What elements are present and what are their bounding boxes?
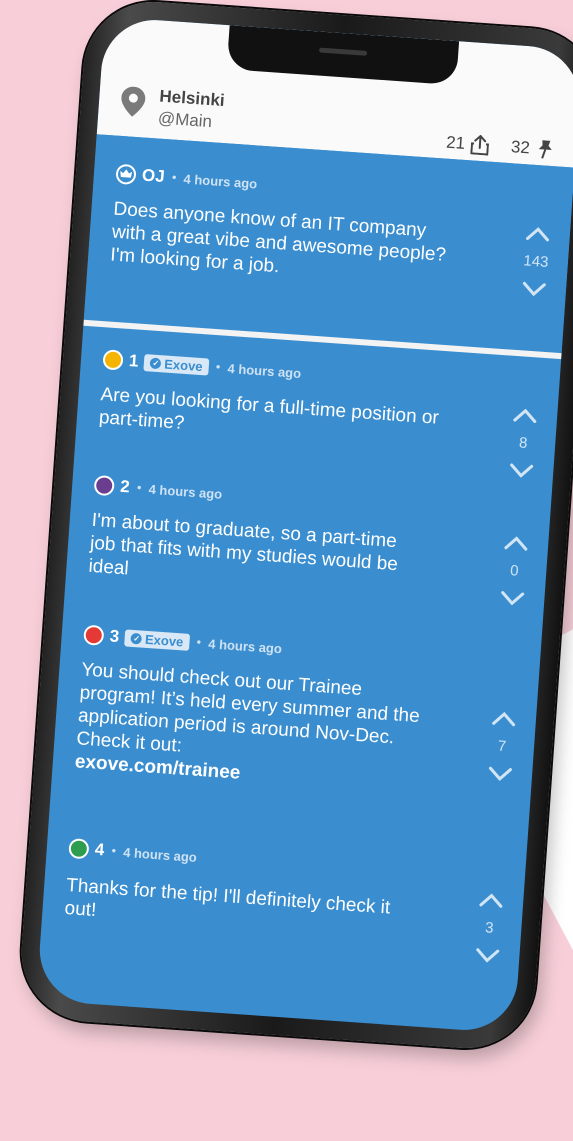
reply-votes: 7 [484,711,521,782]
downvote-icon[interactable] [522,281,547,297]
reply-time: 4 hours ago [122,844,198,865]
reply-username[interactable]: 1 [128,351,139,372]
post-stats: 21 32 [445,133,554,160]
share-count: 21 [445,132,466,153]
meta-separator: • [194,635,203,650]
meta-separator: • [214,360,223,375]
post-votes: 143 [518,226,555,297]
speaker-grille [318,47,367,56]
verified-icon: ✓ [130,632,143,645]
crown-avatar-icon [115,163,137,186]
reply-time: 4 hours ago [148,481,223,502]
reply-text-body: You should check out our Trainee program… [75,659,421,757]
reply-votes: 3 [471,892,508,963]
reply-text: I'm about to graduate, so a part-time jo… [87,509,399,580]
location-name[interactable]: Helsinki [159,87,225,111]
app-screen: Helsinki @Main 21 32 OJ • 4 hours ago Do… [36,16,573,1034]
upvote-icon[interactable] [525,226,550,242]
downvote-icon[interactable] [509,463,534,479]
downvote-icon[interactable] [488,766,513,782]
vote-count: 0 [509,562,520,580]
reply-username[interactable]: 2 [120,477,131,498]
upvote-icon[interactable] [513,408,538,424]
reply-text: Are you looking for a full-time position… [98,384,440,434]
reply-meta: 4 • 4 hours ago [68,838,197,867]
vote-count: 143 [522,252,549,272]
company-badge: ✓ Exove [124,628,190,651]
post-meta: OJ • 4 hours ago [115,163,258,194]
badge-label: Exove [163,356,204,374]
stats-spacer [495,146,505,147]
reply-text: Thanks for the tip! I'll definitely chec… [63,874,391,922]
reply-text: You should check out our Trainee program… [74,658,431,797]
post-text: Does anyone know of an IT company with a… [109,198,447,278]
reply-meta: 3 ✓ Exove • 4 hours ago [83,624,283,659]
reply-votes: 8 [505,408,542,479]
vote-count: 8 [518,434,528,452]
trainee-link[interactable]: exove.com/trainee [74,750,425,797]
share-icon[interactable] [470,134,490,156]
downvote-icon[interactable] [475,948,500,964]
avatar-icon [102,349,124,371]
reply-meta: 1 ✓ Exove • 4 hours ago [102,349,302,383]
post-time: 4 hours ago [183,170,258,191]
reply-time: 4 hours ago [207,635,283,656]
reply-username[interactable]: 3 [109,626,120,647]
vote-count: 7 [497,737,507,756]
meta-separator: • [135,480,144,496]
channel-name[interactable]: @Main [157,108,212,132]
meta-separator: • [170,170,179,185]
reply-time: 4 hours ago [227,360,302,381]
meta-separator: • [109,843,118,859]
reply-meta: 2 • 4 hours ago [93,474,223,504]
company-badge: ✓ Exove [143,353,210,376]
pin-count: 32 [510,137,531,158]
badge-label: Exove [144,631,184,649]
upvote-icon[interactable] [479,893,504,909]
phone-mockup: Helsinki @Main 21 32 OJ • 4 hours ago Do… [16,0,573,1053]
reply-username[interactable]: 4 [94,840,105,861]
avatar-icon [83,624,105,646]
downvote-icon[interactable] [500,591,525,607]
vote-count: 3 [484,919,495,937]
location-pin-icon [121,86,146,117]
reply-votes: 0 [496,535,533,606]
pin-icon[interactable] [535,139,554,160]
avatar-icon [93,474,115,497]
avatar-icon [68,838,90,860]
upvote-icon[interactable] [491,711,516,727]
post-username[interactable]: OJ [141,165,165,187]
upvote-icon[interactable] [504,536,529,552]
verified-icon: ✓ [150,357,162,369]
original-post: OJ • 4 hours ago Does anyone know of an … [83,134,573,354]
